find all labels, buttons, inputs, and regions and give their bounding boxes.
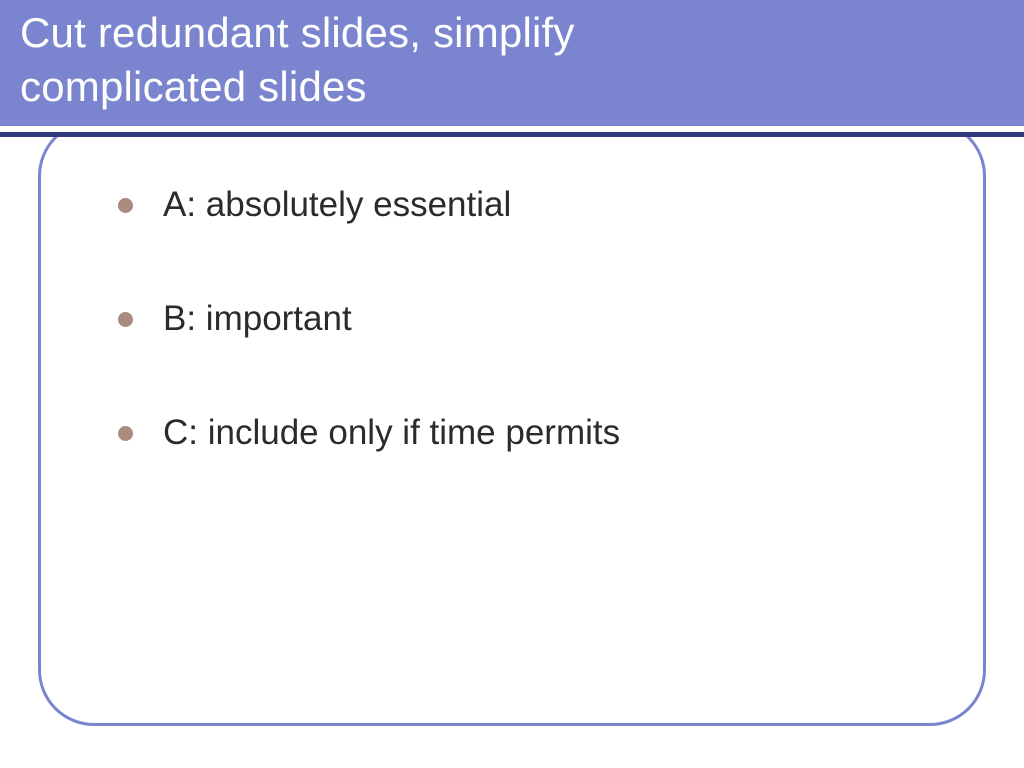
slide: Cut redundant slides, simplify complicat… xyxy=(0,0,1024,768)
bullet-text: B: important xyxy=(163,298,352,340)
bullet-icon xyxy=(118,312,133,327)
title-line-2: complicated slides xyxy=(20,63,367,110)
list-item: C: include only if time permits xyxy=(118,412,918,454)
bullet-icon xyxy=(118,198,133,213)
bullet-text: C: include only if time permits xyxy=(163,412,620,454)
title-underline xyxy=(0,132,1024,137)
title-band: Cut redundant slides, simplify complicat… xyxy=(0,0,1024,126)
bullet-icon xyxy=(118,426,133,441)
slide-body: A: absolutely essential B: important C: … xyxy=(118,184,918,526)
list-item: B: important xyxy=(118,298,918,340)
list-item: A: absolutely essential xyxy=(118,184,918,226)
slide-title: Cut redundant slides, simplify complicat… xyxy=(20,6,1024,114)
bullet-text: A: absolutely essential xyxy=(163,184,511,226)
title-line-1: Cut redundant slides, simplify xyxy=(20,9,575,56)
